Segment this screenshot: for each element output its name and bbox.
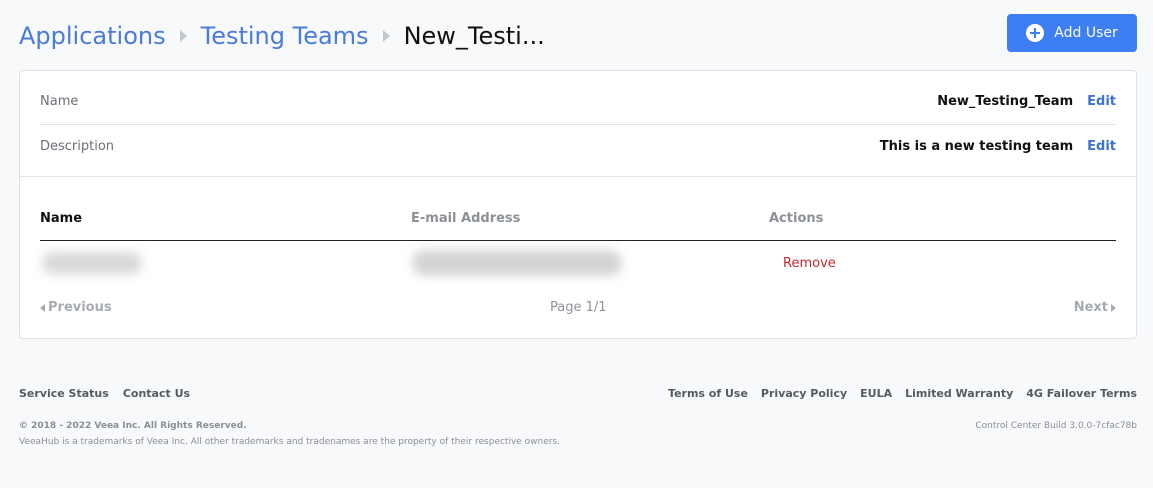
eula-link[interactable]: EULA [860, 387, 892, 400]
contact-us-link[interactable]: Contact Us [123, 387, 190, 400]
column-header-email: E-mail Address [411, 211, 521, 226]
add-user-label: Add User [1054, 25, 1118, 41]
breadcrumb-current: New_Testi... [403, 22, 545, 50]
chevron-right-icon [179, 30, 187, 42]
previous-label: Previous [48, 300, 112, 315]
edit-description-link[interactable]: Edit [1087, 139, 1116, 154]
footer-right-links: Terms of Use Privacy Policy EULA Limited… [668, 387, 1137, 400]
4g-failover-terms-link[interactable]: 4G Failover Terms [1026, 387, 1137, 400]
edit-name-link[interactable]: Edit [1087, 94, 1116, 109]
column-header-actions: Actions [769, 211, 824, 226]
pagination: Previous Page 1/1 Next [40, 297, 1116, 319]
terms-of-use-link[interactable]: Terms of Use [668, 387, 748, 400]
team-card: Name New_Testing_Team Edit Description T… [19, 70, 1137, 339]
build-version: Control Center Build 3.0.0-7cfac78b [975, 421, 1137, 431]
copyright-text: © 2018 - 2022 Veea Inc. All Rights Reser… [19, 421, 247, 431]
member-email-redacted [412, 250, 622, 276]
previous-page-button[interactable]: Previous [40, 300, 112, 315]
members-table-header: Name E-mail Address Actions [40, 200, 1116, 241]
breadcrumb-testing-teams[interactable]: Testing Teams [201, 22, 369, 50]
team-name-label: Name [40, 94, 79, 109]
team-description-row: Description This is a new testing team E… [40, 124, 1116, 169]
next-label: Next [1073, 300, 1108, 315]
team-name-value: New_Testing_Team [937, 94, 1074, 109]
limited-warranty-link[interactable]: Limited Warranty [905, 387, 1013, 400]
caret-right-icon [1111, 303, 1116, 312]
remove-member-link[interactable]: Remove [783, 256, 836, 271]
add-user-button[interactable]: Add User [1007, 14, 1137, 52]
page-indicator: Page 1/1 [550, 300, 607, 315]
breadcrumb-applications[interactable]: Applications [19, 22, 166, 50]
plus-circle-icon [1026, 24, 1045, 42]
caret-left-icon [40, 303, 45, 312]
next-page-button[interactable]: Next [1074, 300, 1116, 315]
service-status-link[interactable]: Service Status [19, 387, 109, 400]
table-row: Remove [40, 242, 1116, 286]
member-name-redacted [42, 252, 142, 274]
breadcrumb: Applications Testing Teams New_Testi... [19, 22, 545, 50]
footer-left-links: Service Status Contact Us [19, 387, 190, 400]
chevron-right-icon [382, 30, 390, 42]
team-description-value: This is a new testing team [879, 139, 1074, 154]
team-name-row: Name New_Testing_Team Edit [40, 79, 1116, 125]
column-header-name: Name [40, 211, 83, 226]
privacy-policy-link[interactable]: Privacy Policy [761, 387, 847, 400]
team-description-label: Description [40, 139, 115, 154]
divider [20, 176, 1136, 177]
trademark-text: VeeaHub is a trademarks of Veea Inc. All… [19, 437, 561, 447]
